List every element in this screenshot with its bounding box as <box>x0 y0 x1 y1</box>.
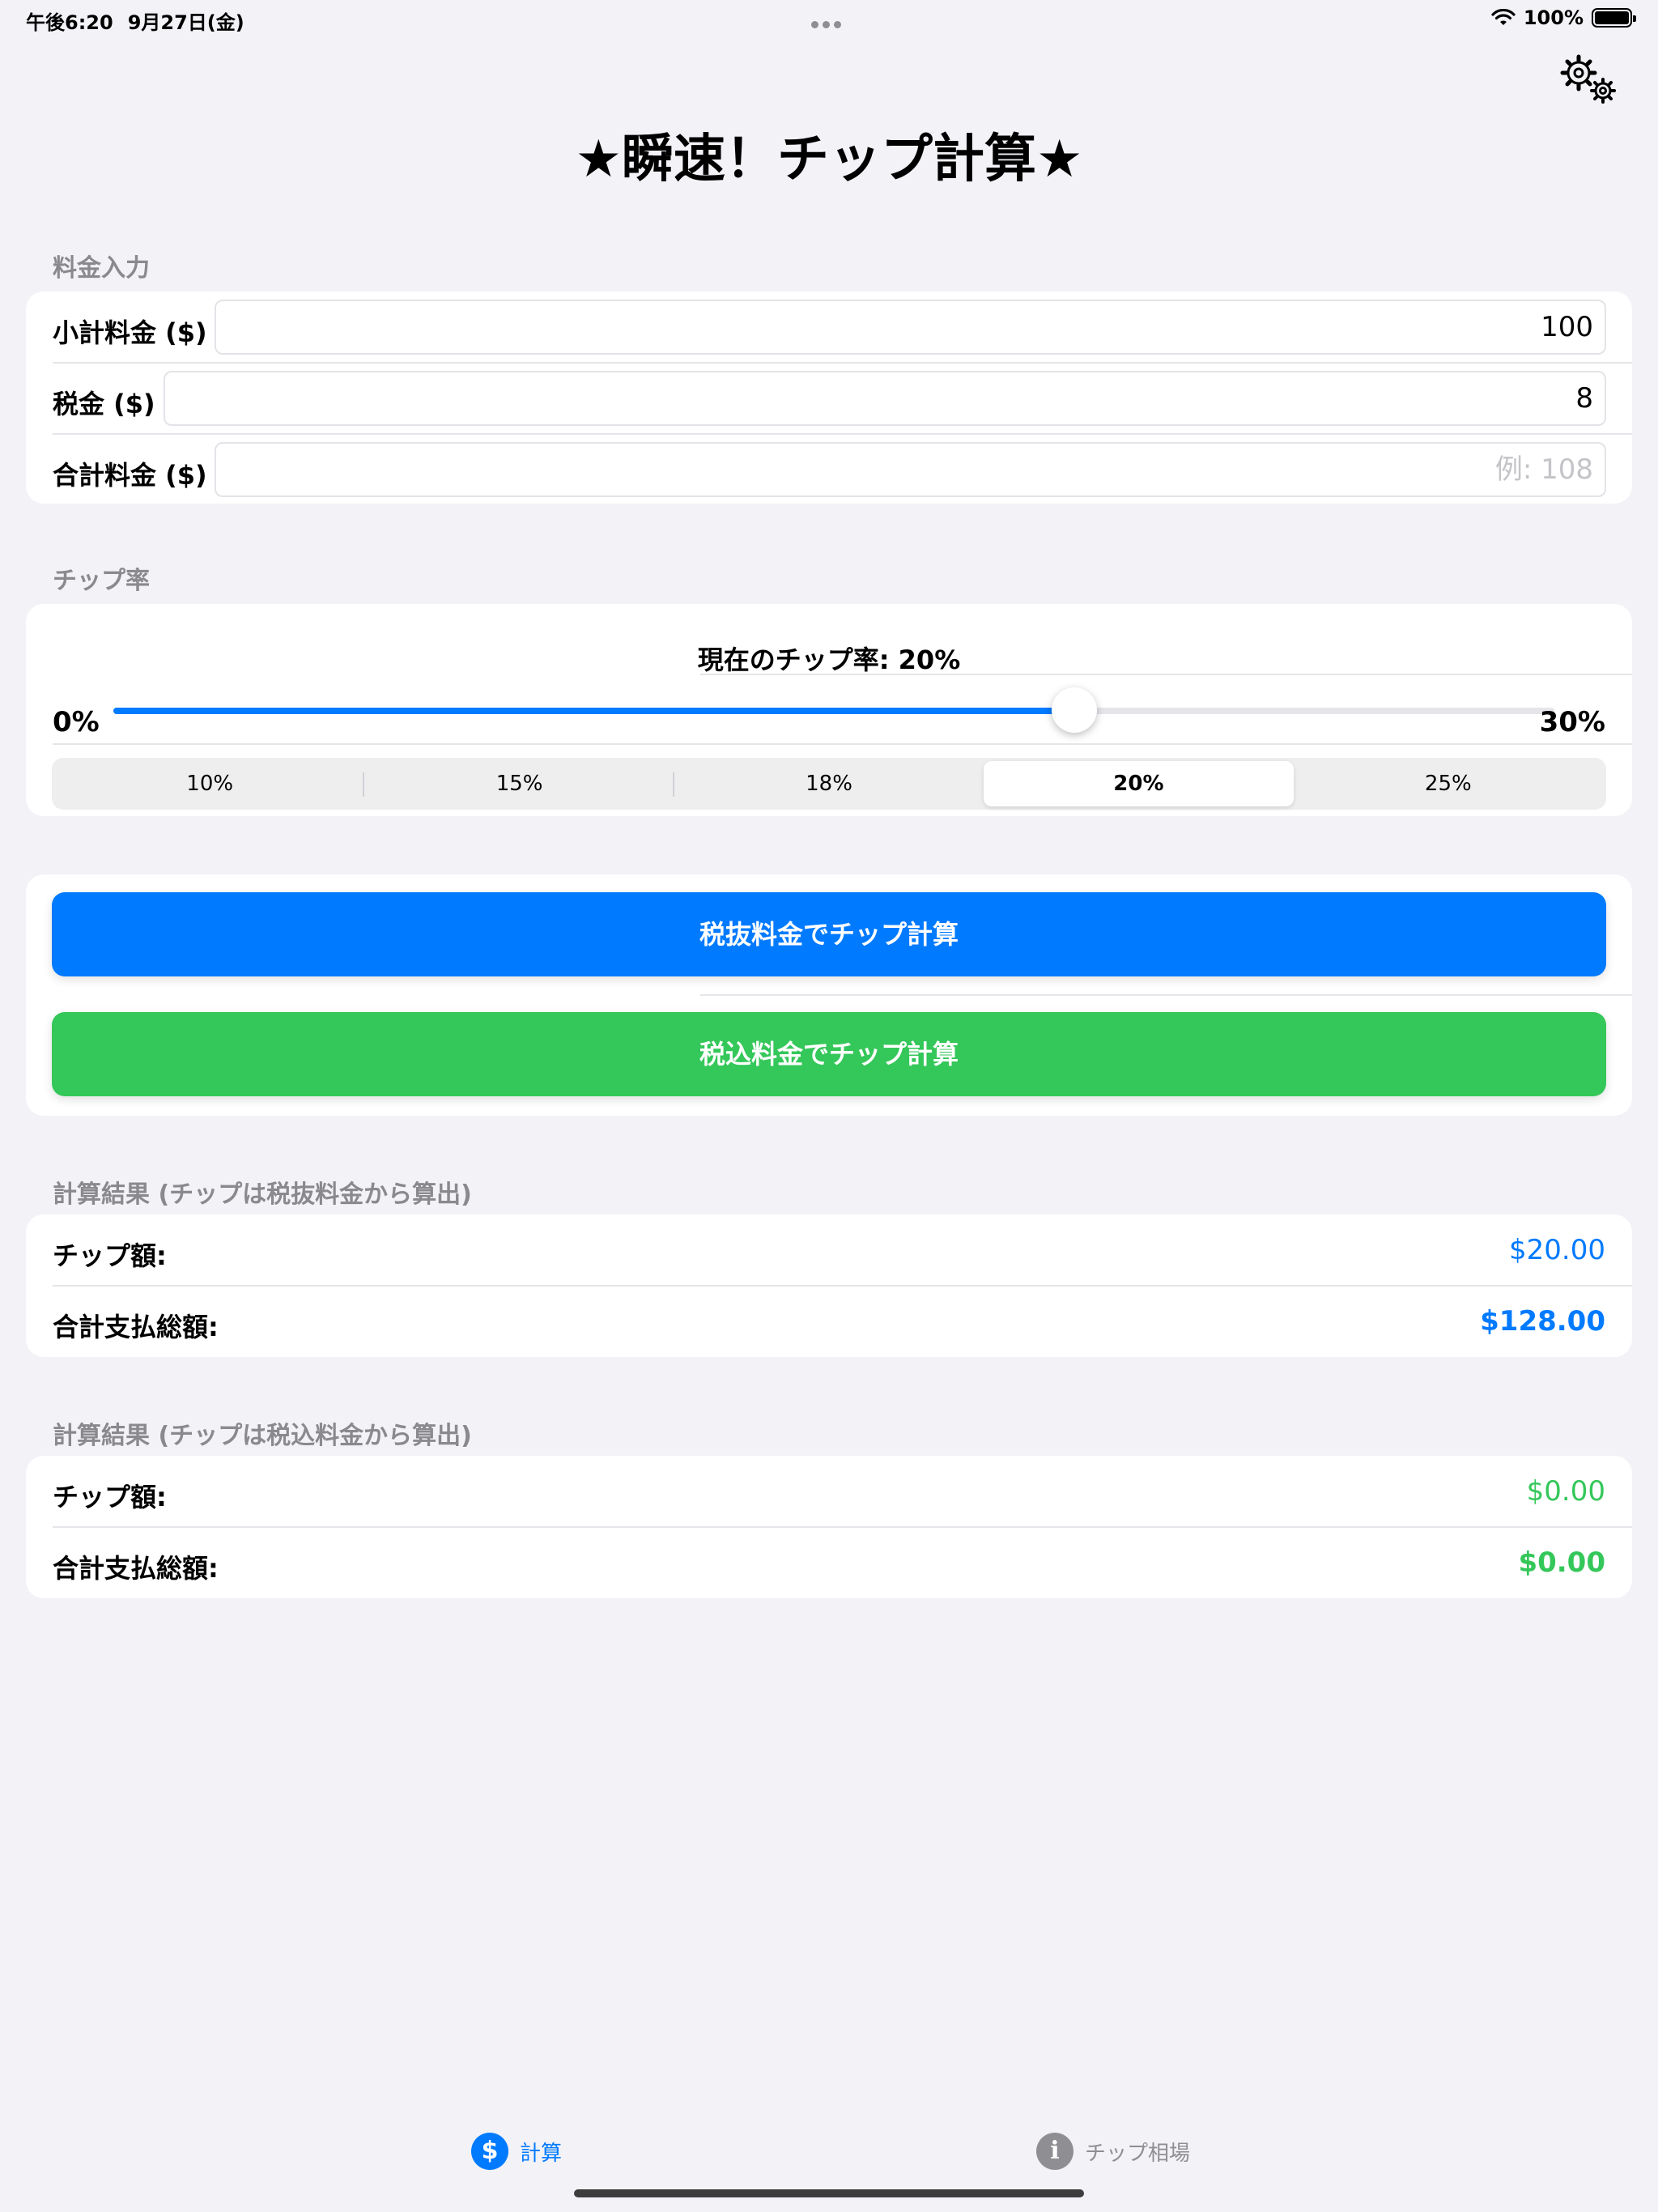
tax-input[interactable]: 8 <box>164 371 1606 426</box>
post-tax-tip-value: $0.00 <box>1526 1475 1605 1508</box>
status-date: 9月27日(金) <box>127 11 244 34</box>
result-pre-tax-card: チップ額: $20.00 合計支払総額: $128.00 <box>26 1214 1632 1357</box>
tab-tip-guide-label: チップ相場 <box>1085 2141 1191 2166</box>
info-icon: i <box>1036 2133 1073 2170</box>
app-screen: 午後6:20 9月27日(金) 100% ★瞬速！チップ計算★ 料金入力 小計料… <box>0 0 1658 2212</box>
tax-row: 税金 ($) 8 <box>26 363 1632 434</box>
pre-tax-total-row: 合計支払総額: $128.00 <box>26 1286 1632 1357</box>
battery-percent: 100% <box>1523 6 1584 29</box>
post-tax-tip-label: チップ額: <box>53 1482 167 1512</box>
post-tax-total-row: 合計支払総額: $0.00 <box>26 1527 1632 1598</box>
dollar-icon: $ <box>471 2133 508 2170</box>
tip-slider-fill <box>113 708 1074 714</box>
tab-bar: $ 計算 i チップ相場 <box>0 2121 1658 2178</box>
tip-card: 現在のチップ率: 20% 0% 30% 10% 15% 18% 20% 25% <box>26 604 1632 816</box>
result-pre-tax-label: 計算結果 (チップは税抜料金から算出) <box>53 1180 472 1209</box>
subtotal-row: 小計料金 ($) 100 <box>26 291 1632 363</box>
preset-segment-25[interactable]: 25% <box>1294 761 1603 806</box>
pre-tax-tip-value: $20.00 <box>1509 1234 1605 1266</box>
pre-tax-total-value: $128.00 <box>1480 1305 1605 1338</box>
total-row: 合計料金 ($) 例: 108 <box>26 434 1632 505</box>
preset-segment-18[interactable]: 18% <box>674 761 984 806</box>
buttons-card: 税抜料金でチップ計算 税込料金でチップ計算 <box>26 874 1632 1116</box>
tax-label: 税金 ($) <box>53 389 155 419</box>
post-tax-total-label: 合計支払総額: <box>53 1553 219 1584</box>
settings-gear-icon[interactable] <box>1559 53 1619 105</box>
divider <box>700 994 1632 996</box>
battery-icon <box>1592 8 1636 28</box>
pre-tax-total-label: 合計支払総額: <box>53 1312 219 1342</box>
slider-min-label: 0% <box>53 706 100 738</box>
divider <box>53 743 1632 745</box>
home-indicator[interactable] <box>574 2189 1084 2197</box>
result-post-tax-card: チップ額: $0.00 合計支払総額: $0.00 <box>26 1456 1632 1598</box>
tab-calculate[interactable]: $ 計算 <box>471 2133 562 2170</box>
pre-tax-tip-label: チップ額: <box>53 1240 167 1271</box>
input-section-label: 料金入力 <box>53 254 150 283</box>
divider <box>700 674 1632 675</box>
current-tip-rate: 現在のチップ率: 20% <box>697 644 961 675</box>
status-bar: 午後6:20 9月27日(金) 100% <box>0 0 1658 39</box>
total-label: 合計料金 ($) <box>53 460 207 491</box>
post-tax-tip-row: チップ額: $0.00 <box>26 1456 1632 1527</box>
tip-section-label: チップ率 <box>53 567 150 595</box>
status-indicators: 100% <box>1491 6 1636 29</box>
calc-pre-tax-button[interactable]: 税抜料金でチップ計算 <box>52 892 1606 976</box>
tab-tip-guide[interactable]: i チップ相場 <box>1036 2133 1190 2170</box>
wifi-icon <box>1491 9 1516 25</box>
preset-segment-10[interactable]: 10% <box>55 761 365 806</box>
status-time: 午後6:20 <box>26 11 113 34</box>
total-input[interactable]: 例: 108 <box>215 442 1606 497</box>
tip-slider-track[interactable] <box>113 708 1554 714</box>
calc-post-tax-button[interactable]: 税込料金でチップ計算 <box>52 1012 1606 1096</box>
tip-preset-segmented-control: 10% 15% 18% 20% 25% <box>52 758 1606 810</box>
result-post-tax-label: 計算結果 (チップは税込料金から算出) <box>53 1422 472 1450</box>
preset-segment-15[interactable]: 15% <box>364 761 675 806</box>
post-tax-total-value: $0.00 <box>1518 1546 1605 1579</box>
input-card: 小計料金 ($) 100 税金 ($) 8 合計料金 ($) 例: 108 <box>26 291 1632 504</box>
pre-tax-tip-row: チップ額: $20.00 <box>26 1214 1632 1286</box>
tip-slider-thumb[interactable] <box>1051 687 1097 733</box>
tab-calculate-label: 計算 <box>520 2141 563 2166</box>
app-title: ★瞬速！チップ計算★ <box>575 130 1083 189</box>
slider-max-label: 30% <box>1539 706 1605 738</box>
preset-segment-20[interactable]: 20% <box>984 761 1294 806</box>
multitasking-dots-icon[interactable] <box>811 16 847 28</box>
status-time-date: 午後6:20 9月27日(金) <box>26 6 259 35</box>
subtotal-label: 小計料金 ($) <box>53 317 207 348</box>
subtotal-input[interactable]: 100 <box>215 300 1606 355</box>
